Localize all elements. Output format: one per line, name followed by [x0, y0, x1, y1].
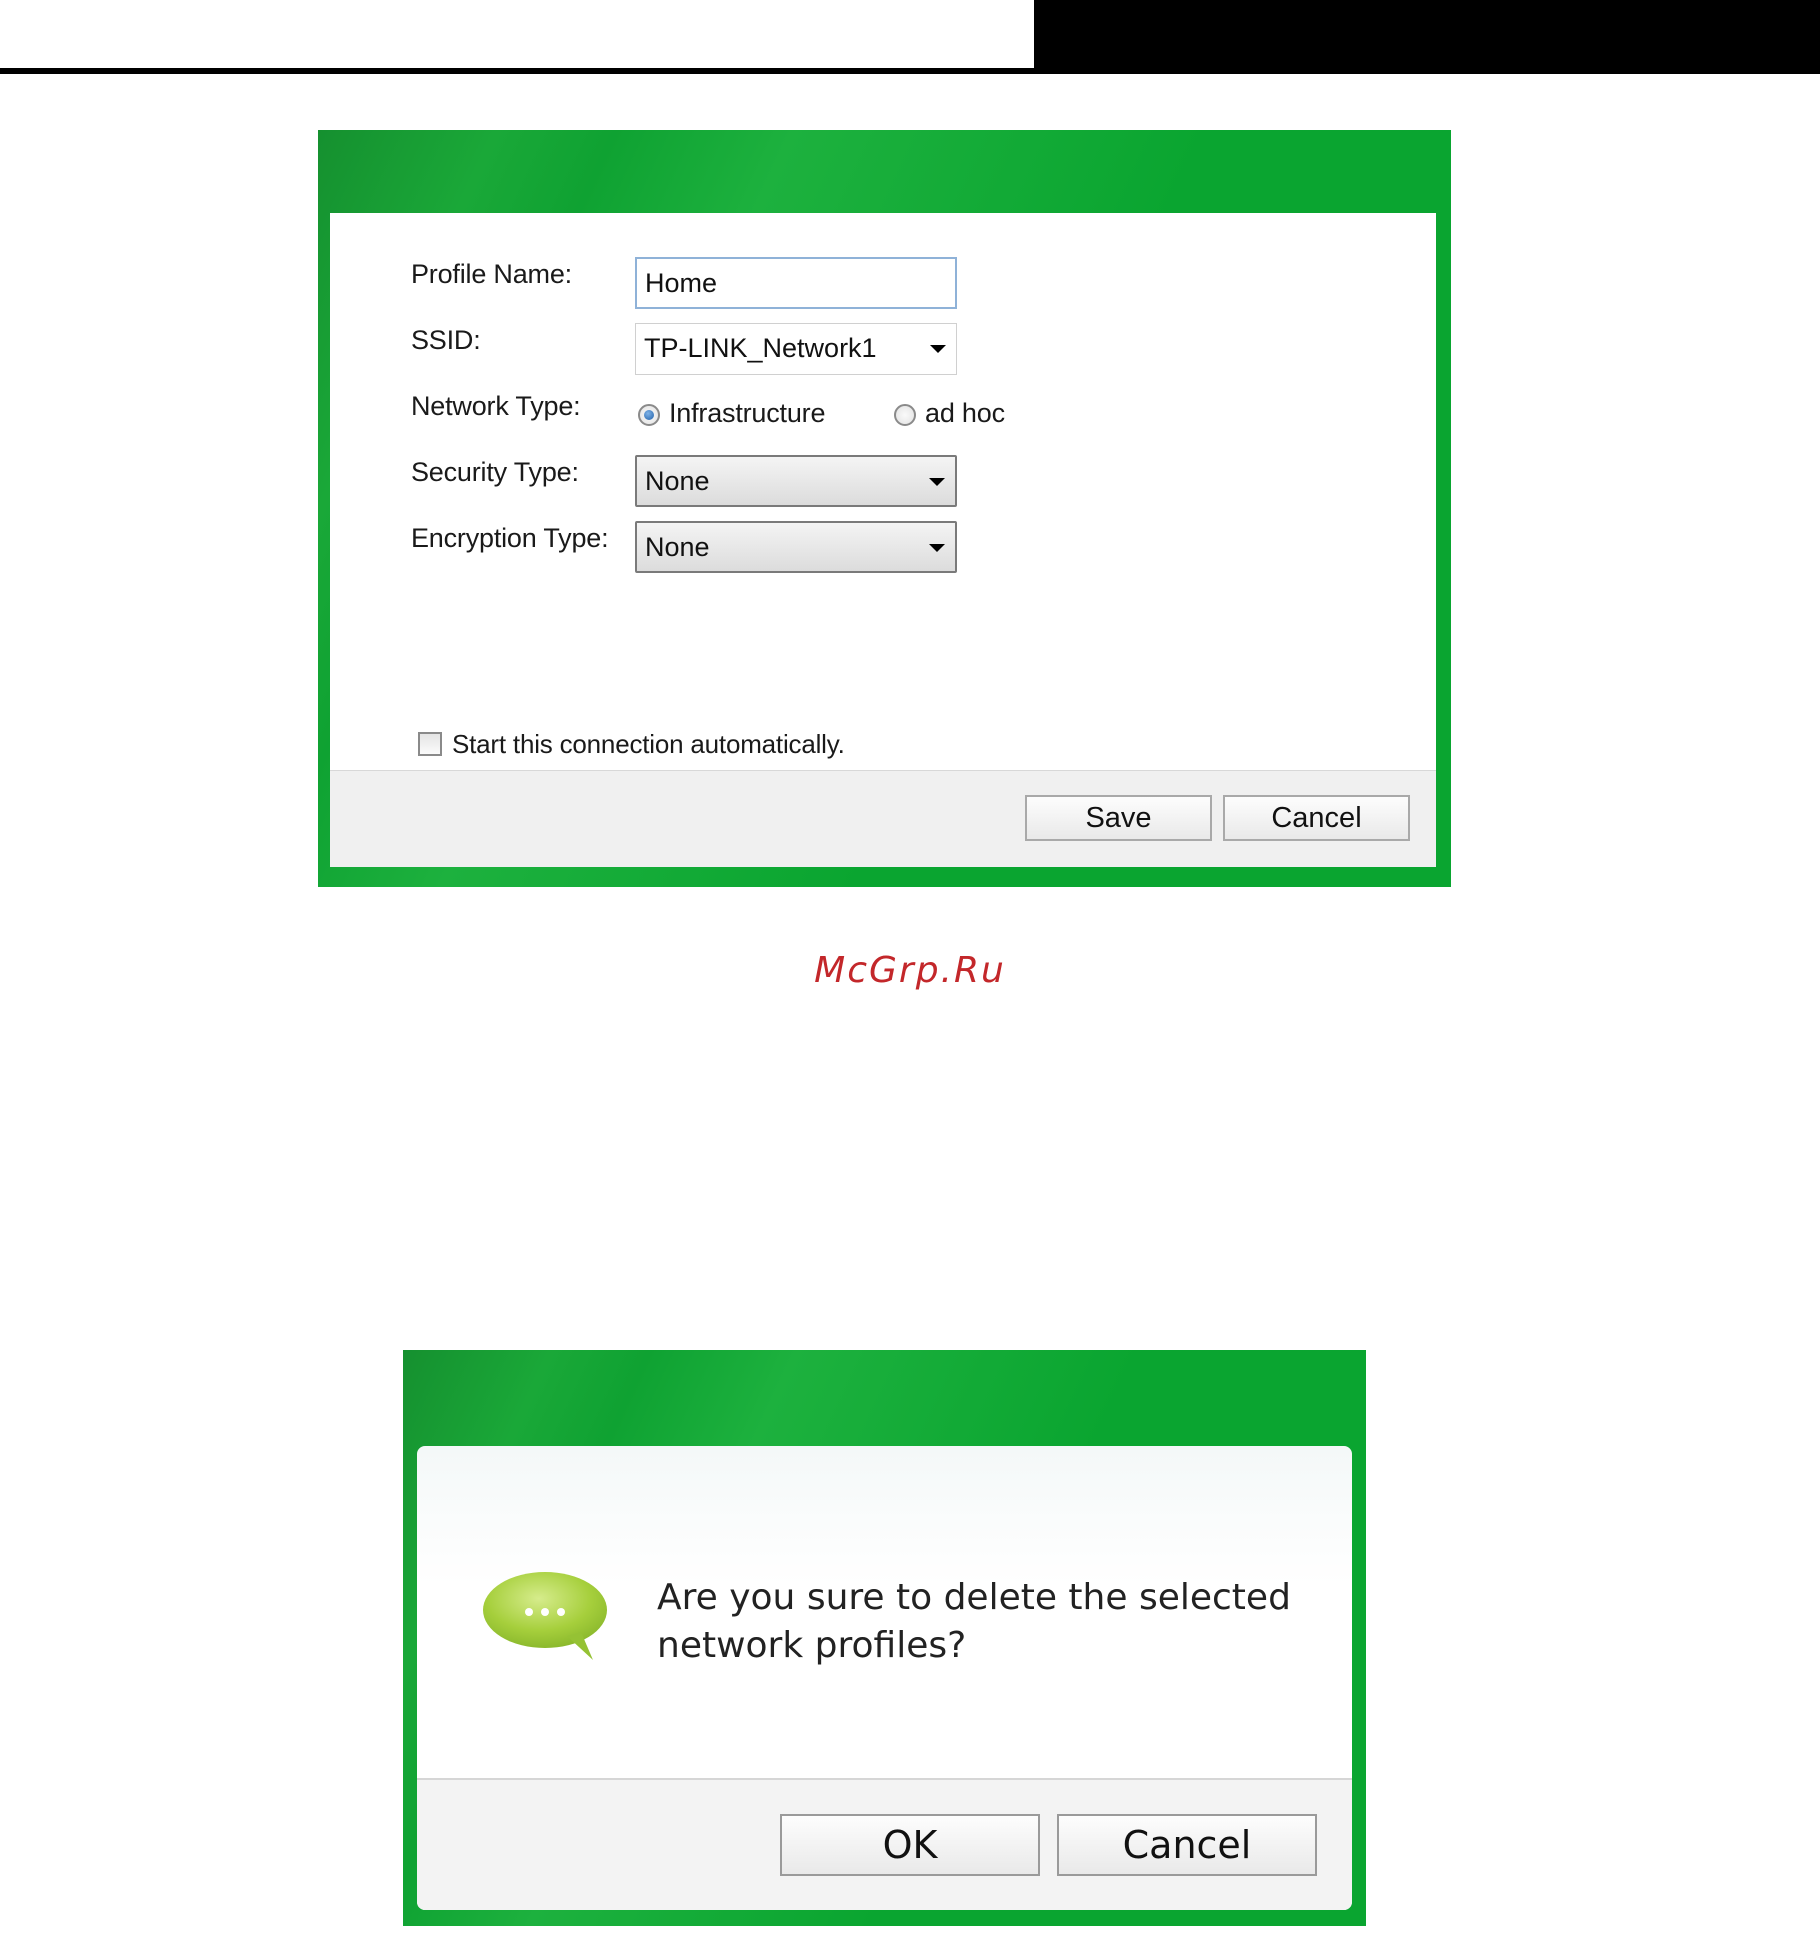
- confirm-dialog-panel: Are you sure to delete the selected netw…: [417, 1446, 1352, 1910]
- encryption-type-dropdown[interactable]: None: [635, 521, 957, 573]
- ssid-combobox[interactable]: TP-LINK_Network1: [635, 323, 957, 375]
- auto-connect-label[interactable]: Start this connection automatically.: [452, 729, 845, 760]
- profile-dialog: Profile Name: Home SSID: TP-LINK_Network…: [318, 130, 1451, 887]
- chevron-down-icon: [929, 478, 945, 486]
- profile-name-input[interactable]: Home: [635, 257, 957, 309]
- security-type-label: Security Type:: [411, 457, 579, 487]
- header-rule: [0, 68, 1034, 74]
- confirm-cancel-button[interactable]: Cancel: [1057, 1814, 1317, 1876]
- profile-dialog-footer: Save Cancel: [330, 770, 1436, 867]
- watermark-text: McGrp.Ru: [814, 950, 1006, 991]
- header-block: [1034, 0, 1820, 74]
- encryption-type-value: None: [645, 532, 710, 562]
- ok-button[interactable]: OK: [780, 1814, 1040, 1876]
- radio-adhoc[interactable]: [894, 404, 916, 426]
- encryption-type-label: Encryption Type:: [411, 523, 609, 553]
- chevron-down-icon: [929, 544, 945, 552]
- ssid-label: SSID:: [411, 325, 481, 355]
- security-type-dropdown[interactable]: None: [635, 455, 957, 507]
- cancel-button[interactable]: Cancel: [1223, 795, 1410, 841]
- chevron-down-icon[interactable]: [930, 345, 946, 353]
- radio-adhoc-label[interactable]: ad hoc: [925, 398, 1005, 429]
- profile-name-label: Profile Name:: [411, 259, 572, 289]
- profile-dialog-content: Profile Name: Home SSID: TP-LINK_Network…: [330, 213, 1436, 867]
- confirm-message: Are you sure to delete the selected netw…: [657, 1577, 1291, 1666]
- radio-infrastructure-label[interactable]: Infrastructure: [669, 398, 825, 429]
- security-type-value: None: [645, 466, 710, 496]
- auto-connect-checkbox[interactable]: [418, 732, 442, 756]
- confirm-dialog-footer: OK Cancel: [417, 1778, 1352, 1910]
- chat-bubble-icon: [483, 1572, 607, 1660]
- network-type-label: Network Type:: [411, 391, 581, 421]
- radio-infrastructure[interactable]: [638, 404, 660, 426]
- confirm-delete-dialog: Are you sure to delete the selected netw…: [403, 1350, 1366, 1926]
- ssid-value: TP-LINK_Network1: [644, 333, 877, 363]
- save-button[interactable]: Save: [1025, 795, 1212, 841]
